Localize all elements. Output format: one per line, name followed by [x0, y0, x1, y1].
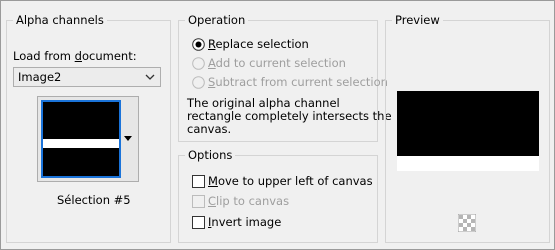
operation-info-line3: canvas. [187, 122, 232, 136]
operation-info-line1: The original alpha channel [187, 96, 340, 110]
selection-name-label: Sélection #5 [57, 193, 131, 207]
move-upper-left-label: Move to upper left of canvas [208, 174, 373, 188]
move-upper-left-checkbox[interactable] [192, 175, 205, 188]
preview-image [397, 91, 539, 171]
add-selection-label: Add to current selection [208, 56, 346, 70]
preview-title: Preview [392, 13, 443, 27]
alpha-channels-title: Alpha channels [13, 13, 107, 27]
chevron-down-icon [145, 74, 155, 80]
clip-to-canvas-checkbox[interactable] [192, 195, 205, 208]
operation-info-line2: rectangle completely intersects the [187, 109, 392, 123]
replace-selection-label: Replace selection [208, 37, 309, 51]
alpha-channel-thumbnail-button[interactable] [37, 96, 139, 182]
invert-image-checkbox[interactable] [192, 216, 205, 229]
load-from-document-label: Load from document: [13, 49, 137, 63]
alpha-channel-dialog: Alpha channels Load from document: Image… [0, 0, 555, 250]
thumbnail-stripe [43, 139, 119, 148]
document-select[interactable]: Image2 [13, 67, 161, 87]
triangle-down-icon[interactable] [121, 100, 135, 178]
document-select-value: Image2 [18, 70, 62, 84]
invert-image-label: Invert image [208, 215, 282, 229]
subtract-selection-label: Subtract from current selection [208, 75, 388, 89]
options-title: Options [185, 148, 236, 162]
checkerboard-icon[interactable] [458, 214, 476, 232]
operation-title: Operation [185, 13, 249, 27]
alpha-channel-thumbnail [41, 100, 121, 178]
replace-selection-radio[interactable] [192, 38, 205, 51]
add-selection-radio[interactable] [192, 57, 205, 70]
subtract-selection-radio[interactable] [192, 76, 205, 89]
clip-to-canvas-label: Clip to canvas [208, 194, 290, 208]
preview-black-area [397, 91, 539, 156]
